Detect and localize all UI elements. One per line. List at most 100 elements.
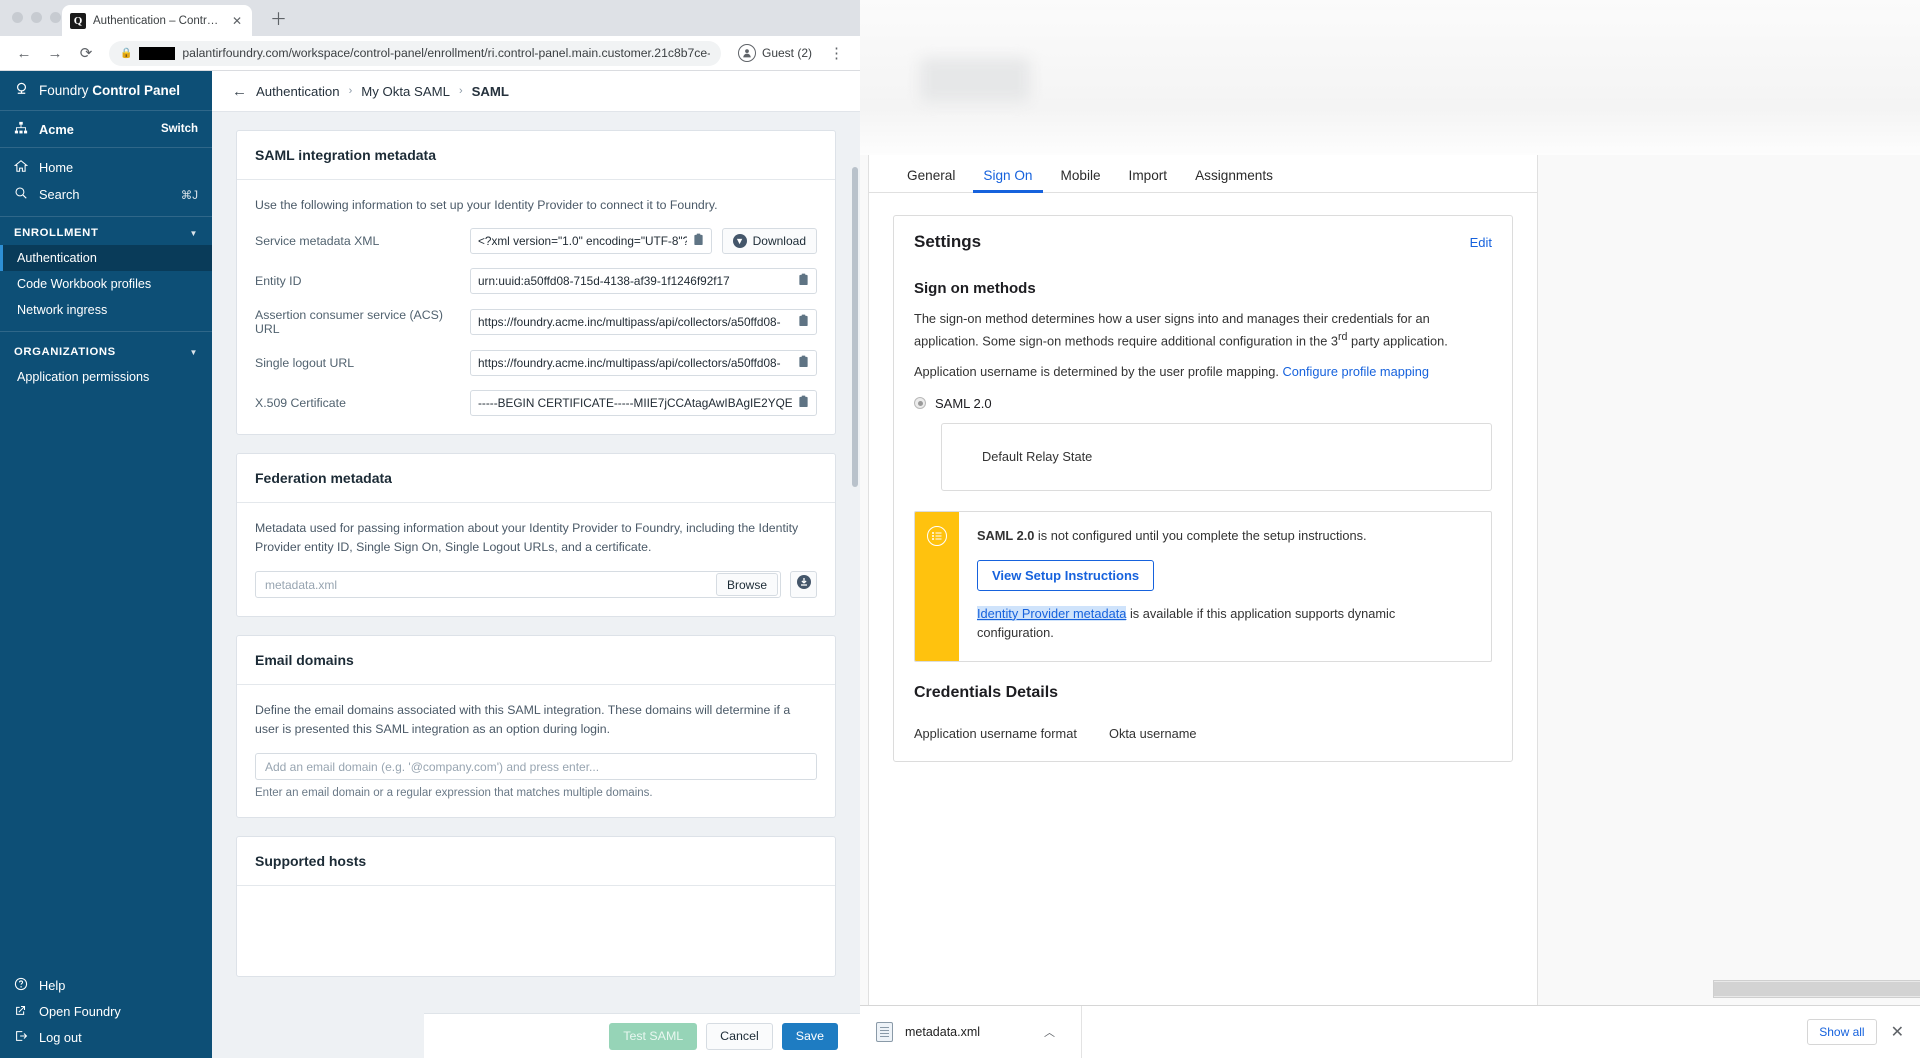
copy-icon[interactable] — [798, 355, 809, 371]
sidebar-item-code-workbook-profiles[interactable]: Code Workbook profiles — [0, 271, 212, 297]
brand-name: Control Panel — [92, 83, 181, 98]
back-icon[interactable]: ← — [10, 39, 38, 67]
browse-button[interactable]: Browse — [715, 573, 778, 597]
field-row-acs-url: Assertion consumer service (ACS) URL htt… — [255, 308, 817, 336]
download-file-name: metadata.xml — [905, 1025, 981, 1039]
new-tab-icon[interactable]: ＋ — [270, 11, 287, 28]
show-all-downloads-button[interactable]: Show all — [1807, 1019, 1877, 1045]
saml-2-radio-row[interactable]: SAML 2.0 — [914, 396, 1492, 411]
sidebar-item-help[interactable]: Help — [0, 972, 212, 998]
sidebar-item-network-ingress[interactable]: Network ingress — [0, 297, 212, 323]
tab-assignments[interactable]: Assignments — [1181, 168, 1287, 192]
download-federation-metadata-button[interactable] — [790, 571, 817, 599]
tab-sign-on[interactable]: Sign On — [969, 168, 1046, 193]
save-button[interactable]: Save — [781, 1022, 838, 1050]
tab-mobile[interactable]: Mobile — [1047, 168, 1115, 192]
minimize-window-dot[interactable] — [31, 12, 42, 23]
copy-icon[interactable] — [798, 273, 809, 289]
single-logout-url-input[interactable]: https://foundry.acme.inc/multipass/api/c… — [470, 350, 817, 377]
warning-rest: is not configured until you complete the… — [1034, 527, 1367, 543]
okta-settings-box: Settings Edit Sign on methods The sign-o… — [893, 215, 1513, 763]
sidebar-org-row[interactable]: Acme Switch — [0, 111, 212, 148]
sidebar-item-open-foundry[interactable]: Open Foundry — [0, 998, 212, 1024]
foundry-logo-icon — [14, 82, 29, 100]
field-value: <?xml version="1.0" encoding="UTF-8"?><m — [478, 234, 687, 249]
close-shelf-icon[interactable]: ✕ — [1891, 1022, 1904, 1042]
horizontal-scrollbar[interactable] — [1713, 980, 1920, 998]
sidebar-group-heading[interactable]: ENROLLMENT ▼ — [0, 227, 212, 245]
close-tab-icon[interactable]: ✕ — [230, 14, 244, 28]
warning-bold: SAML 2.0 — [977, 527, 1035, 543]
download-metadata-button[interactable]: ▼ Download — [721, 228, 817, 255]
xml-file-icon — [876, 1022, 893, 1042]
settings-scroll-area[interactable]: SAML integration metadata Use the follow… — [212, 112, 860, 1058]
window-controls[interactable] — [12, 12, 61, 23]
federation-metadata-card: Federation metadata Metadata used for pa… — [236, 453, 836, 618]
sidebar-item-label: Network ingress — [17, 303, 108, 317]
sidebar-item-authentication[interactable]: Authentication — [0, 245, 212, 271]
chevron-up-icon[interactable]: ︿ — [1044, 1024, 1055, 1040]
kebab-menu-icon[interactable]: ⋮ — [823, 44, 850, 62]
acs-url-input[interactable]: https://foundry.acme.inc/multipass/api/c… — [470, 309, 817, 336]
tab-general[interactable]: General — [893, 168, 969, 192]
x509-certificate-input[interactable]: -----BEGIN CERTIFICATE-----MIIE7jCCAtagA… — [470, 390, 817, 417]
close-window-dot[interactable] — [12, 12, 23, 23]
sidebar-item-search[interactable]: Search ⌘J — [0, 181, 212, 208]
setup-warning-box: SAML 2.0 is not configured until you com… — [914, 510, 1492, 663]
sidebar-item-label: Home — [39, 160, 74, 175]
back-arrow-icon[interactable]: ← — [232, 83, 247, 100]
sidebar-item-home[interactable]: Home — [0, 154, 212, 181]
email-domain-input[interactable]: Add an email domain (e.g. '@company.com'… — [255, 753, 817, 781]
chevron-down-icon[interactable]: ▼ — [189, 348, 198, 357]
field-label: X.509 Certificate — [255, 396, 346, 411]
sidebar-divider — [0, 331, 212, 332]
sidebar-group-label: ENROLLMENT — [14, 227, 99, 239]
view-setup-instructions-button[interactable]: View Setup Instructions — [977, 559, 1155, 591]
sidebar-brand[interactable]: Foundry Control Panel — [0, 71, 212, 111]
form-footer-bar: Test SAML Cancel Save — [424, 1013, 860, 1058]
download-item[interactable]: metadata.xml ︿ — [876, 1006, 1083, 1058]
copy-icon[interactable] — [798, 395, 809, 411]
configure-profile-mapping-link[interactable]: Configure profile mapping — [1282, 364, 1429, 379]
application-username-description: Application username is determined by th… — [914, 362, 1492, 382]
sidebar-item-label: Help — [39, 977, 66, 993]
chevron-down-icon[interactable]: ▼ — [189, 229, 198, 238]
okta-window: General Sign On Mobile Import Assignment… — [860, 0, 1920, 1058]
address-bar[interactable]: 🔒 palantirfoundry.com/workspace/control-… — [109, 40, 721, 66]
org-name: Acme — [39, 121, 74, 137]
service-metadata-xml-input[interactable]: <?xml version="1.0" encoding="UTF-8"?><m — [470, 228, 712, 255]
vertical-scrollbar[interactable] — [852, 167, 858, 487]
field-value: urn:uuid:a50ffd08-715d-4138-af39-1f1246f… — [478, 274, 730, 289]
forward-icon[interactable]: → — [41, 39, 69, 67]
sidebar-group-heading[interactable]: ORGANIZATIONS ▼ — [0, 346, 212, 364]
edit-settings-link[interactable]: Edit — [1470, 235, 1492, 250]
radio-icon[interactable] — [914, 397, 926, 410]
main-content: ← Authentication › My Okta SAML › SAML S… — [212, 71, 860, 1058]
switch-org-button[interactable]: Switch — [161, 123, 198, 135]
test-saml-button[interactable]: Test SAML — [609, 1022, 698, 1050]
scrollbar-thumb[interactable] — [1714, 982, 1920, 996]
okta-tab-bar: General Sign On Mobile Import Assignment… — [869, 155, 1537, 193]
sidebar-item-application-permissions[interactable]: Application permissions — [0, 364, 212, 390]
breadcrumb-item-saml: SAML — [471, 83, 509, 99]
entity-id-input[interactable]: urn:uuid:a50ffd08-715d-4138-af39-1f1246f… — [470, 268, 817, 295]
identity-provider-metadata-link[interactable]: Identity Provider metadata — [977, 605, 1127, 621]
idp-metadata-text: Identity Provider metadata is available … — [977, 604, 1473, 644]
profile-button[interactable]: Guest (2) — [730, 41, 820, 65]
search-shortcut: ⌘J — [180, 189, 198, 202]
maximize-window-dot[interactable] — [50, 12, 61, 23]
breadcrumb-item-my-okta-saml[interactable]: My Okta SAML — [361, 84, 450, 99]
federation-file-input[interactable]: metadata.xml Browse — [255, 571, 781, 599]
sidebar-item-log-out[interactable]: Log out — [0, 1024, 212, 1050]
saml-metadata-title: SAML integration metadata — [237, 131, 835, 180]
copy-icon[interactable] — [798, 314, 809, 330]
cancel-button[interactable]: Cancel — [706, 1022, 773, 1050]
breadcrumb: ← Authentication › My Okta SAML › SAML — [212, 71, 860, 112]
breadcrumb-item-authentication[interactable]: Authentication — [256, 84, 340, 99]
browser-tab[interactable]: Q Authentication – Control Panel ✕ — [62, 5, 252, 36]
copy-icon[interactable] — [693, 233, 704, 249]
sidebar-group-label: ORGANIZATIONS — [14, 346, 116, 358]
reload-icon[interactable]: ⟳ — [72, 39, 100, 67]
foundry-favicon: Q — [70, 12, 86, 29]
tab-import[interactable]: Import — [1115, 168, 1182, 192]
